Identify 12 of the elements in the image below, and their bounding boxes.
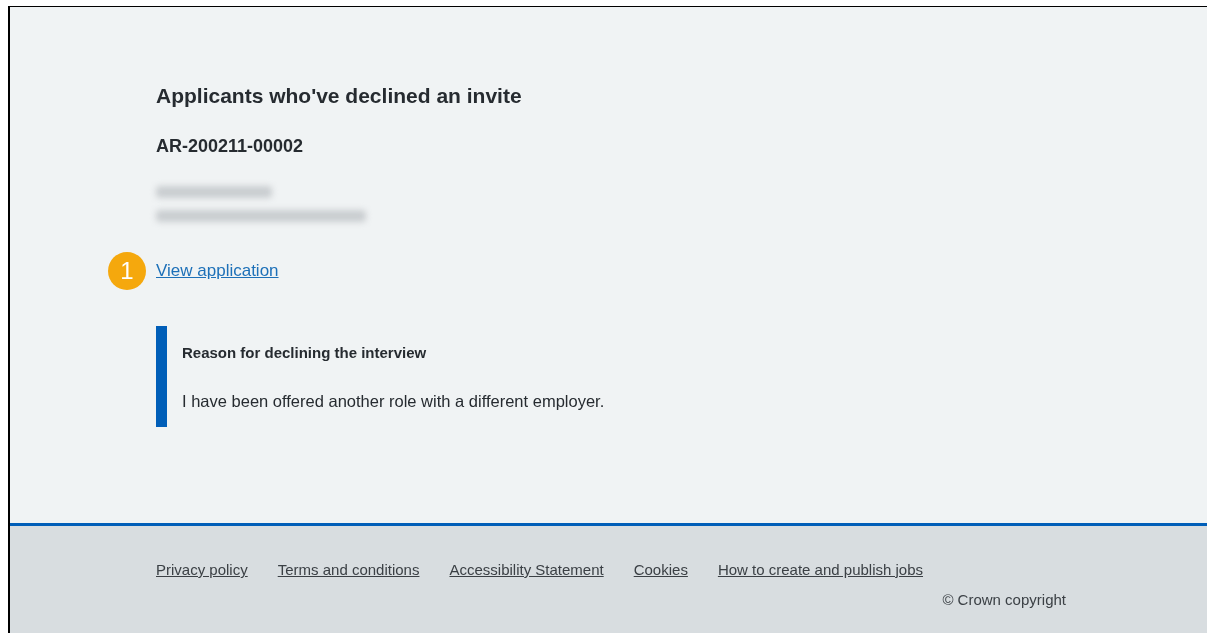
page-heading: Applicants who've declined an invite — [156, 83, 523, 109]
reason-text: I have been offered another role with a different employer. — [182, 391, 606, 412]
reference-number: AR-200211-00002 — [156, 135, 304, 158]
footer-link[interactable]: Accessibility Statement — [449, 560, 604, 580]
view-application-link[interactable]: View application — [156, 260, 279, 282]
copyright-text: © Crown copyright — [942, 590, 1066, 610]
footer-link[interactable]: Cookies — [633, 560, 688, 580]
footer-link[interactable]: Terms and conditions — [277, 560, 420, 580]
reason-title: Reason for declining the interview — [182, 343, 428, 363]
annotation-marker: 1 — [108, 252, 146, 290]
footer-link[interactable]: How to create and publish jobs — [717, 560, 923, 580]
footer-link[interactable]: Privacy policy — [156, 560, 248, 580]
